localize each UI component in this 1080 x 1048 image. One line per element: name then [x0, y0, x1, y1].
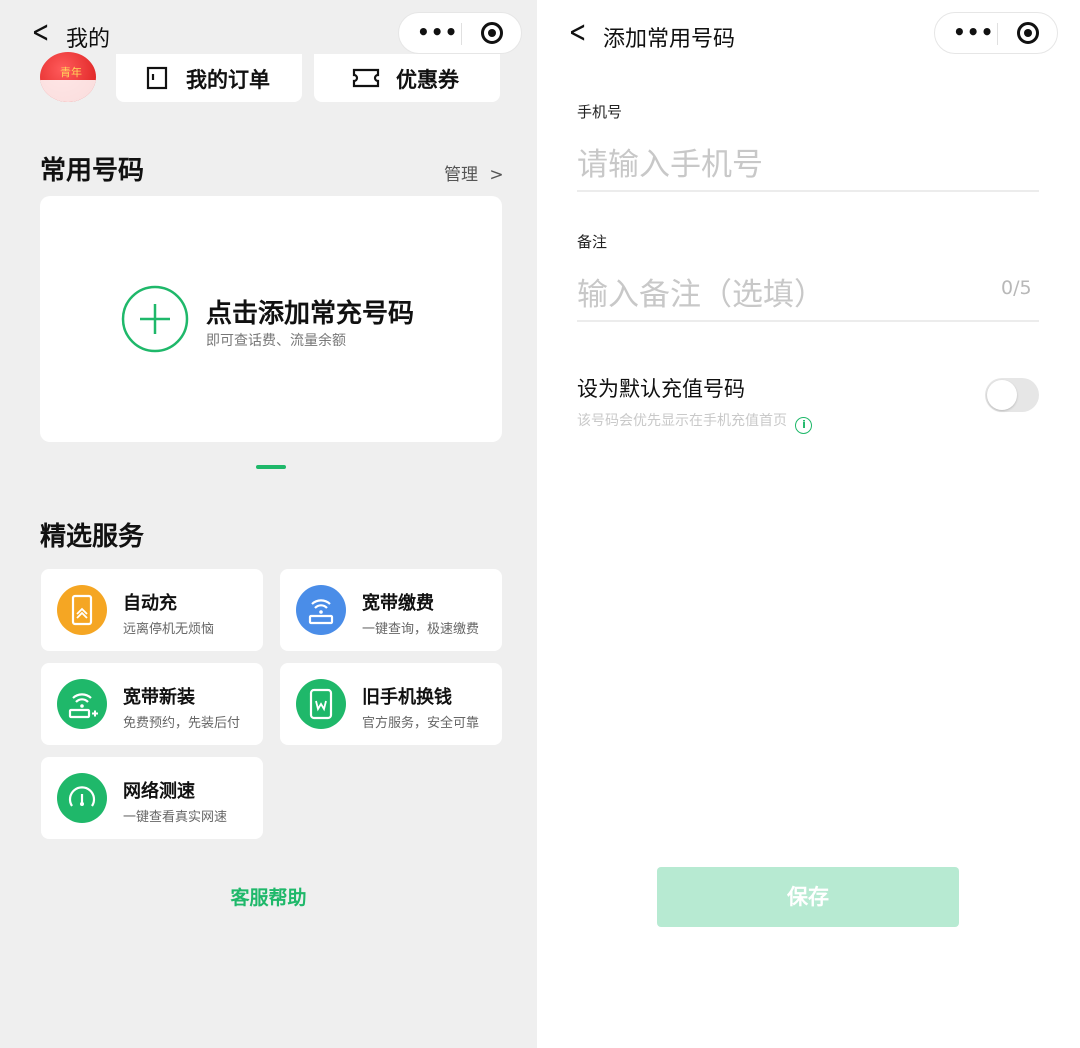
- coupons-label: 优惠券: [396, 68, 459, 92]
- carousel-indicator: [256, 465, 286, 469]
- coupons-button[interactable]: 优惠券: [314, 54, 500, 102]
- note-underline: [577, 320, 1039, 322]
- capsule-divider: [461, 23, 462, 45]
- close-mini-program-icon[interactable]: [481, 22, 503, 44]
- note-counter: 0/5: [1001, 277, 1032, 299]
- services-title: 精选服务: [40, 522, 145, 552]
- customer-service-link[interactable]: 客服帮助: [0, 883, 537, 910]
- service-speed-test[interactable]: 网络测速 一键查看真实网速: [41, 757, 263, 839]
- add-number-card[interactable]: 点击添加常充号码 即可查话费、流量余额: [40, 196, 502, 442]
- service-name: 宽带新装: [123, 687, 195, 708]
- service-name: 自动充: [123, 593, 177, 614]
- avatar-text: 青年: [60, 66, 82, 79]
- more-icon[interactable]: •••: [417, 20, 458, 44]
- service-desc: 免费预约，先装后付: [123, 716, 241, 731]
- add-number-panel: < 添加常用号码 ••• 手机号 请输入手机号 备注 输入备注（选填） 0/5 …: [537, 0, 1080, 1048]
- add-number-title: 点击添加常充号码: [206, 299, 415, 329]
- service-desc: 远离停机无烦恼: [123, 622, 215, 637]
- more-icon[interactable]: •••: [953, 20, 994, 44]
- phone-trade-in-icon: [296, 679, 346, 729]
- phone-input[interactable]: 请输入手机号: [577, 139, 1039, 184]
- manage-link[interactable]: 管理 >: [444, 160, 504, 185]
- avatar-shade: [40, 80, 96, 102]
- service-broadband-install[interactable]: 宽带新装 免费预约，先装后付: [41, 663, 263, 745]
- order-list-icon: [146, 66, 168, 90]
- phone-recharge-icon: [57, 585, 107, 635]
- service-desc: 官方服务，安全可靠: [362, 716, 480, 731]
- note-input[interactable]: 输入备注（选填）: [577, 269, 977, 314]
- service-name: 宽带缴费: [362, 593, 434, 614]
- save-button[interactable]: 保存: [657, 867, 959, 927]
- info-icon[interactable]: i: [795, 417, 813, 434]
- service-auto-recharge[interactable]: 自动充 远离停机无烦恼: [41, 569, 263, 651]
- note-label: 备注: [577, 233, 608, 251]
- manage-label: 管理: [444, 165, 478, 185]
- mini-program-capsule: •••: [934, 12, 1058, 54]
- service-phone-trade-in[interactable]: 旧手机换钱 官方服务，安全可靠: [280, 663, 502, 745]
- my-page-panel: < 我的 ••• 青年 我的订单 优惠券 常用号码 管理 > 点击添加常充号码: [0, 0, 537, 1048]
- router-icon: [296, 585, 346, 635]
- service-name: 旧手机换钱: [362, 687, 452, 708]
- default-number-toggle[interactable]: [985, 378, 1039, 412]
- mini-program-capsule: •••: [398, 12, 522, 54]
- default-number-desc: 该号码会优先显示在手机充值首页 i: [577, 410, 813, 434]
- avatar[interactable]: 青年: [40, 52, 96, 102]
- service-desc: 一键查询，极速缴费: [362, 622, 480, 637]
- back-arrow-icon[interactable]: <: [569, 18, 587, 48]
- default-number-desc-text: 该号码会优先显示在手机充值首页: [577, 413, 787, 429]
- my-orders-label: 我的订单: [186, 68, 270, 92]
- add-number-subtitle: 即可查话费、流量余额: [206, 333, 346, 349]
- my-orders-button[interactable]: 我的订单: [116, 54, 302, 102]
- service-name: 网络测速: [123, 781, 195, 802]
- phone-label: 手机号: [577, 103, 623, 121]
- default-number-title: 设为默认充值号码: [577, 377, 745, 401]
- page-title: 添加常用号码: [603, 27, 736, 52]
- toggle-knob: [987, 380, 1017, 410]
- phone-underline: [577, 190, 1039, 192]
- coupon-icon: [352, 68, 380, 88]
- close-mini-program-icon[interactable]: [1017, 22, 1039, 44]
- service-desc: 一键查看真实网速: [123, 810, 228, 825]
- speedometer-icon: [57, 773, 107, 823]
- common-numbers-title: 常用号码: [40, 156, 145, 186]
- wifi-install-icon: [57, 679, 107, 729]
- capsule-divider: [997, 23, 998, 45]
- chevron-right-icon: >: [489, 165, 504, 185]
- service-broadband-payment[interactable]: 宽带缴费 一键查询，极速缴费: [280, 569, 502, 651]
- add-plus-icon: [121, 285, 189, 353]
- page-title: 我的: [66, 27, 111, 52]
- back-arrow-icon[interactable]: <: [32, 18, 50, 48]
